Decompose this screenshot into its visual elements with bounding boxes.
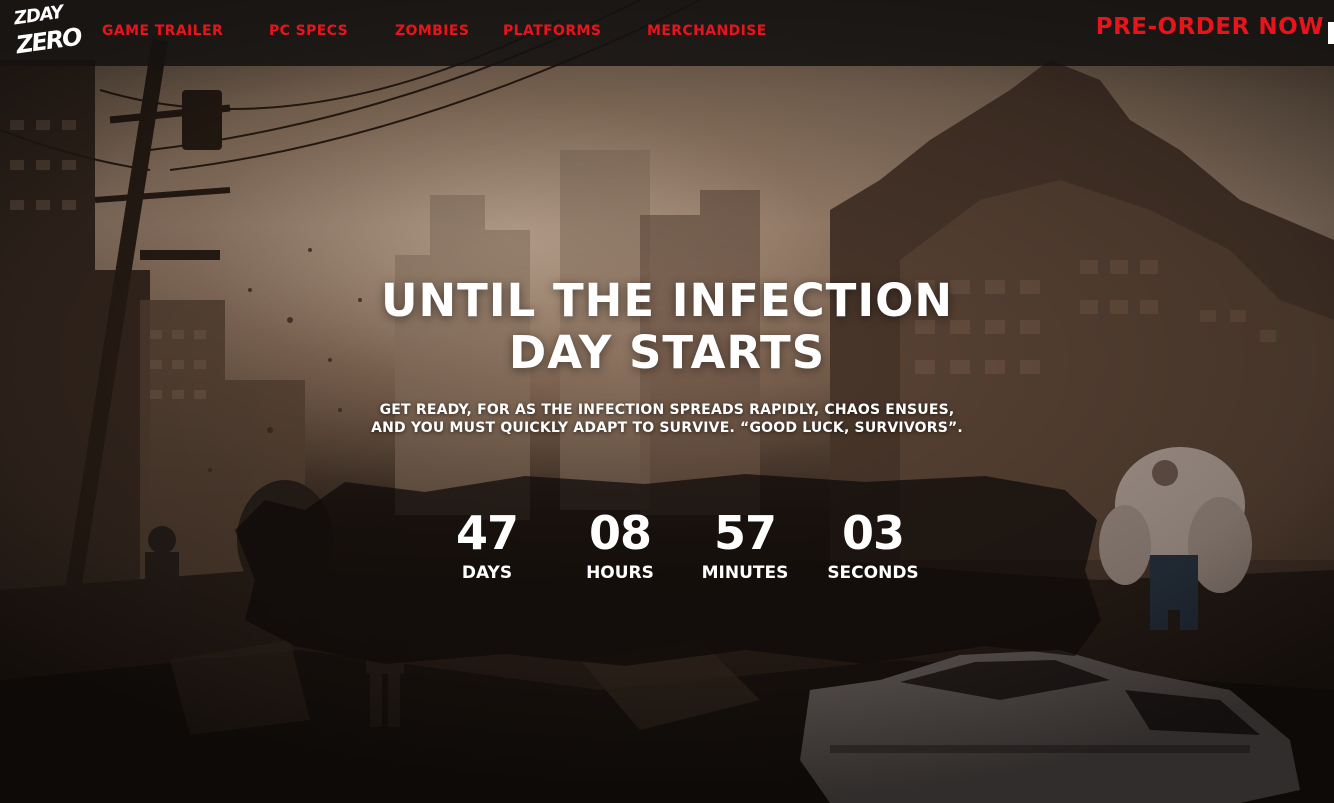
hero-title: UNTIL THE INFECTION DAY STARTS [0,275,1334,379]
brand-logo[interactable]: ZDAY ZERO [10,2,83,62]
countdown-timer: 47 DAYS 08 HOURS 57 MINUTES 03 SECONDS [0,505,1334,595]
nav-link-game-trailer[interactable]: GAME TRAILER [102,23,223,39]
top-navigation-bar: ZDAY ZERO GAME TRAILER PC SPECS ZOMBIES … [0,0,1334,66]
countdown-hours-label: HOURS [586,563,654,583]
countdown-days-value: 47 [455,506,519,560]
nav-link-platforms[interactable]: PLATFORMS [503,23,601,39]
hero-subtitle-line1: GET READY, FOR AS THE INFECTION SPREADS … [379,402,955,418]
logo-line2: ZERO [14,22,83,60]
countdown-seconds: 03 SECONDS [813,505,933,584]
scrollbar-edge [1328,22,1334,44]
countdown-minutes: 57 MINUTES [685,505,805,584]
nav-link-merchandise[interactable]: MERCHANDISE [647,23,767,39]
hero-title-line2: DAY STARTS [508,326,826,379]
countdown-minutes-label: MINUTES [701,563,789,583]
countdown-minutes-value: 57 [713,506,777,560]
landing-page: ZDAY ZERO GAME TRAILER PC SPECS ZOMBIES … [0,0,1334,803]
countdown-seconds-label: SECONDS [827,563,919,583]
countdown-hours-value: 08 [588,506,652,560]
nav-link-zombies[interactable]: ZOMBIES [395,23,469,39]
pre-order-button[interactable]: PRE-ORDER NOW [1096,14,1324,40]
hero-subtitle-line2: AND YOU MUST QUICKLY ADAPT TO SURVIVE. “… [371,420,963,436]
countdown-days-label: DAYS [461,563,513,583]
countdown-days: 47 DAYS [427,505,547,584]
nav-link-pc-specs[interactable]: PC SPECS [269,23,348,39]
countdown-hours: 08 HOURS [560,505,680,584]
hero-subtitle: GET READY, FOR AS THE INFECTION SPREADS … [0,401,1334,437]
countdown-seconds-value: 03 [841,506,905,560]
hero-title-line1: UNTIL THE INFECTION [380,274,953,327]
